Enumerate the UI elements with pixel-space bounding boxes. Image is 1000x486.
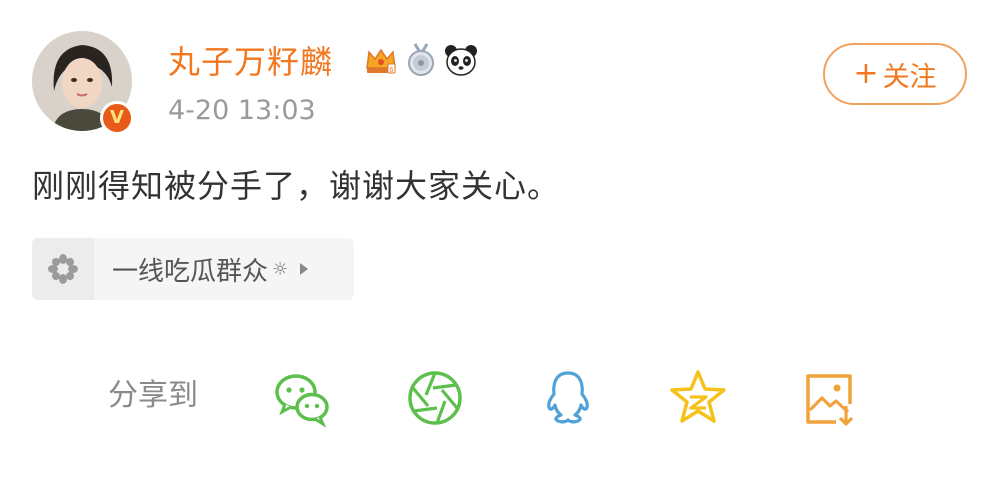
moments-icon[interactable]	[405, 368, 465, 428]
panda-icon[interactable]	[443, 42, 479, 78]
qzone-icon[interactable]	[668, 368, 728, 428]
flower-icon	[48, 254, 78, 284]
post-text: 刚刚得知被分手了，谢谢大家关心。	[32, 167, 561, 205]
crown-vip-icon[interactable]: 6	[363, 42, 399, 78]
tag-icon-box	[32, 238, 94, 300]
medal-icon[interactable]	[403, 42, 439, 78]
topic-tag-label: 一线吃瓜群众	[112, 256, 269, 287]
arrow-right-icon	[300, 263, 309, 275]
wechat-icon[interactable]	[272, 368, 332, 428]
share-label: 分享到	[108, 378, 198, 413]
follow-button-label: 关注	[882, 61, 937, 93]
username[interactable]: 丸子万籽麟	[168, 40, 333, 84]
post-timestamp: 4-20 13:03	[168, 95, 316, 126]
follow-button[interactable]: + 关注	[823, 43, 967, 105]
plus-icon: +	[853, 56, 879, 91]
user-badges: 6	[363, 42, 479, 78]
topic-tag-card[interactable]: 一线吃瓜群众 ☼	[32, 238, 354, 300]
qq-icon[interactable]	[538, 368, 598, 428]
svg-text:6: 6	[390, 67, 394, 74]
verified-badge-icon: V	[100, 101, 134, 135]
sun-icon: ☼	[272, 258, 289, 280]
save-image-icon[interactable]	[800, 368, 860, 428]
